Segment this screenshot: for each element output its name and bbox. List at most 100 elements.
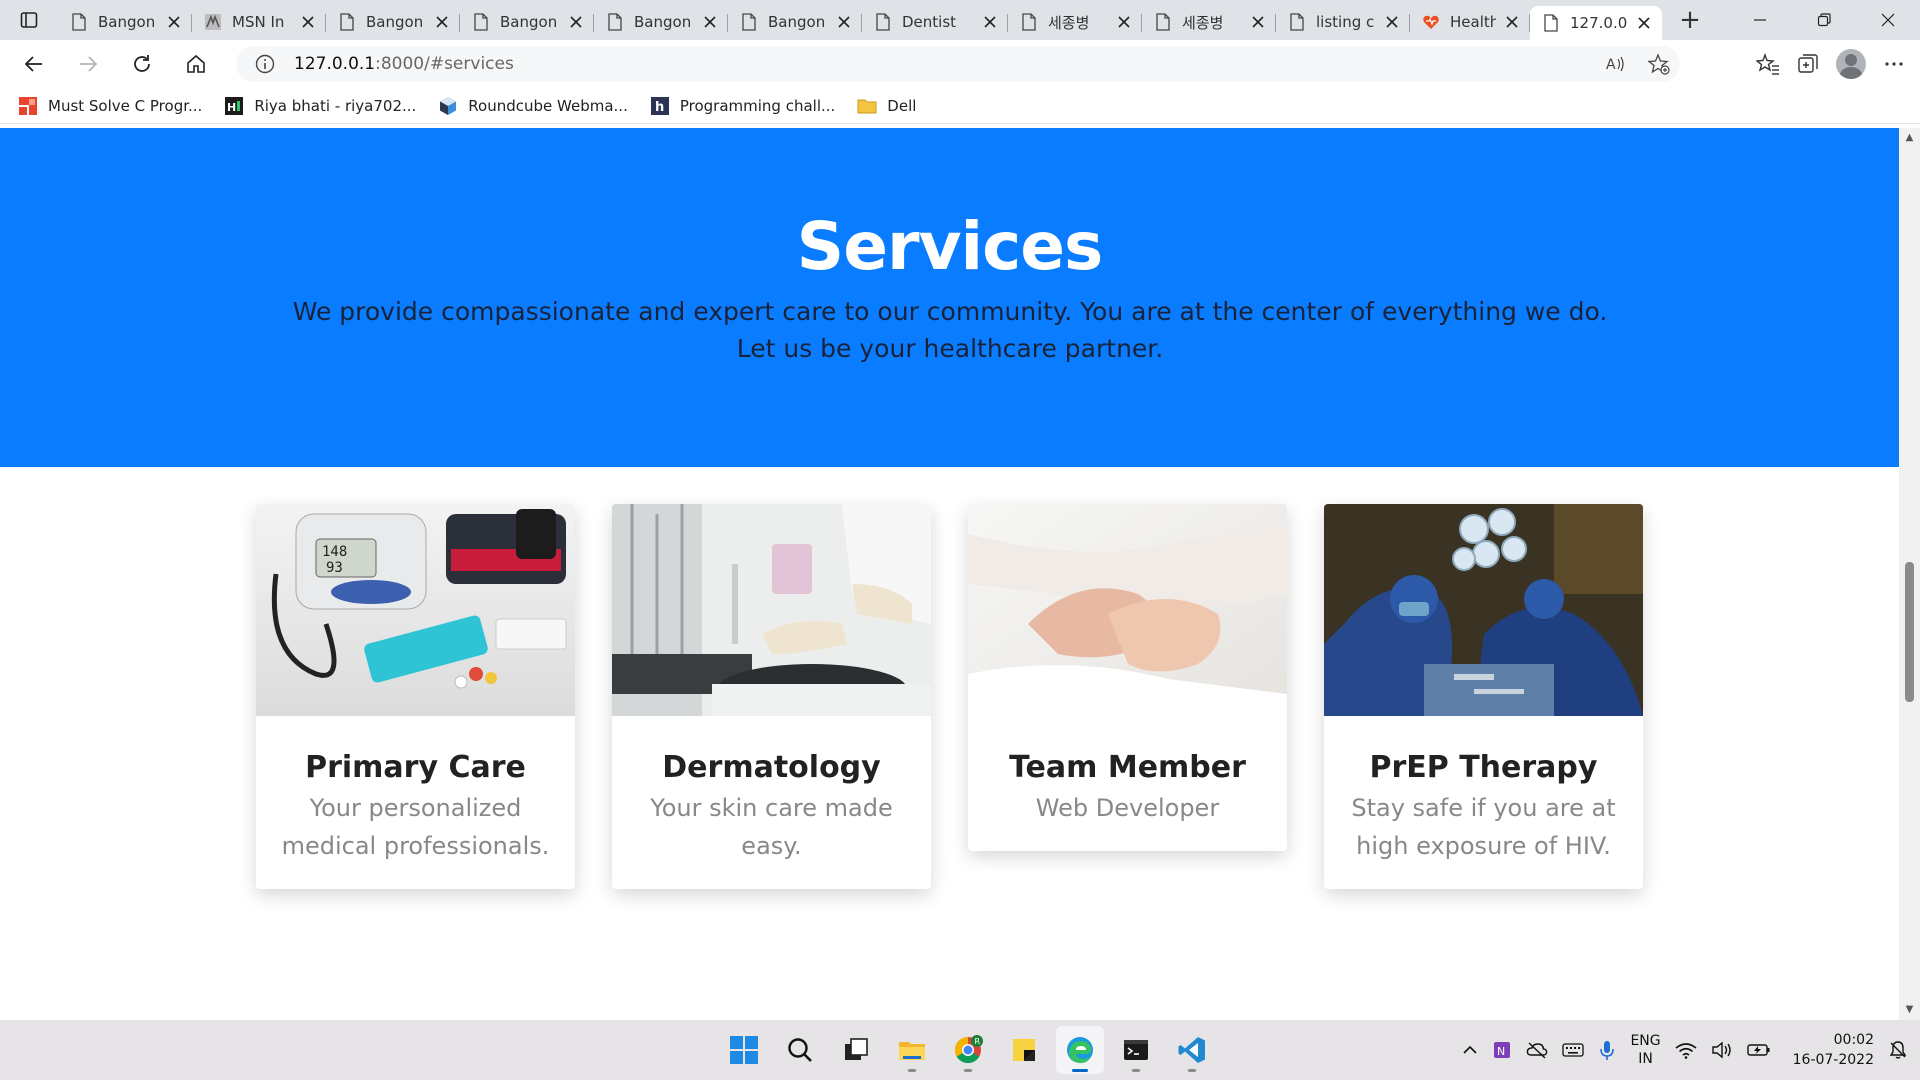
chrome-icon: R bbox=[954, 1035, 983, 1064]
tab-title: HealthC bbox=[1450, 13, 1496, 31]
browser-tab[interactable]: 세종병 bbox=[1008, 6, 1142, 38]
running-indicator bbox=[908, 1069, 916, 1072]
tab-close-icon[interactable] bbox=[980, 12, 1000, 32]
onedrive-offline-icon[interactable] bbox=[1526, 1041, 1548, 1059]
browser-tab[interactable]: listing c bbox=[1276, 6, 1410, 38]
browser-tab[interactable]: Bangon bbox=[58, 6, 192, 38]
service-card-dermatology[interactable]: Dermatology Your skin care made easy. bbox=[612, 504, 931, 889]
card-title: Dermatology bbox=[662, 750, 881, 785]
collections-icon[interactable] bbox=[1796, 52, 1820, 76]
service-card-prep-therapy[interactable]: PrEP Therapy Stay safe if you are at hig… bbox=[1324, 504, 1643, 889]
add-favorite-icon[interactable] bbox=[1648, 53, 1670, 75]
browser-tab[interactable]: Bangon bbox=[326, 6, 460, 38]
address-bar[interactable]: 127.0.0.1:8000/#services A bbox=[236, 46, 1680, 82]
bookmark-item[interactable]: Roundcube Webma... bbox=[438, 96, 628, 116]
reload-button[interactable] bbox=[122, 44, 162, 84]
windows-start-button[interactable] bbox=[720, 1026, 768, 1074]
browser-tab[interactable]: Bangon bbox=[594, 6, 728, 38]
service-card-team-member[interactable]: Team Member Web Developer bbox=[968, 504, 1287, 851]
system-tray: N ENG IN 00:02 16-07-2022 bbox=[1462, 1020, 1908, 1080]
task-view-button[interactable] bbox=[832, 1026, 880, 1074]
favorites-icon[interactable] bbox=[1756, 52, 1780, 76]
language-indicator[interactable]: ENG IN bbox=[1630, 1032, 1660, 1068]
scroll-down-arrow[interactable]: ▼ bbox=[1899, 1002, 1920, 1018]
new-tab-button[interactable]: + bbox=[1670, 0, 1710, 40]
terminal-button[interactable] bbox=[1112, 1026, 1160, 1074]
tab-title: listing c bbox=[1316, 13, 1375, 31]
card-text: Stay safe if you are at high exposure of… bbox=[1351, 794, 1616, 860]
bookmark-label: Dell bbox=[887, 96, 917, 115]
scroll-thumb[interactable] bbox=[1905, 562, 1914, 702]
browser-tab[interactable]: Dentist bbox=[862, 6, 1008, 38]
hackerrank-icon: H bbox=[224, 96, 244, 116]
back-button[interactable] bbox=[14, 44, 54, 84]
tab-close-icon[interactable] bbox=[1382, 12, 1402, 32]
running-indicator bbox=[964, 1069, 972, 1072]
page-viewport: Services We provide compassionate and ex… bbox=[0, 128, 1899, 1020]
onenote-icon[interactable]: N bbox=[1492, 1040, 1512, 1060]
tab-close-icon[interactable] bbox=[432, 12, 452, 32]
tab-close-icon[interactable] bbox=[834, 12, 854, 32]
bookmark-item[interactable]: Must Solve C Progr... bbox=[18, 96, 202, 116]
browser-tab[interactable]: MSN In bbox=[192, 6, 326, 38]
read-aloud-icon[interactable]: A bbox=[1604, 53, 1626, 75]
close-window-button[interactable] bbox=[1856, 0, 1920, 40]
browser-tab[interactable]: Bangon bbox=[728, 6, 862, 38]
tab-close-icon[interactable] bbox=[700, 12, 720, 32]
profile-avatar[interactable] bbox=[1836, 49, 1866, 79]
tab-close-icon[interactable] bbox=[1114, 12, 1134, 32]
bookmark-label: Programming chall... bbox=[679, 96, 836, 115]
chevron-up-icon[interactable] bbox=[1462, 1042, 1478, 1058]
browser-tab[interactable]: 세종병 bbox=[1142, 6, 1276, 38]
tab-title: 세종병 bbox=[1182, 13, 1224, 32]
tab-close-icon[interactable] bbox=[164, 12, 184, 32]
tab-actions-button[interactable] bbox=[0, 0, 58, 40]
clock[interactable]: 00:02 16-07-2022 bbox=[1793, 1030, 1874, 1070]
restore-button[interactable] bbox=[1792, 0, 1856, 40]
sticky-notes-button[interactable] bbox=[1000, 1026, 1048, 1074]
browser-tab[interactable]: HealthC bbox=[1410, 6, 1530, 38]
chrome-button[interactable]: R bbox=[944, 1026, 992, 1074]
tab-close-icon[interactable] bbox=[1502, 12, 1522, 32]
notification-bell-icon[interactable] bbox=[1888, 1040, 1908, 1060]
red-grid-icon bbox=[18, 96, 38, 116]
browser-tab[interactable]: 127.0.0. bbox=[1530, 6, 1662, 40]
forward-button[interactable] bbox=[68, 44, 108, 84]
back-arrow-icon bbox=[24, 56, 42, 72]
browser-tab[interactable]: Bangon bbox=[460, 6, 594, 38]
bookmark-label: Roundcube Webma... bbox=[468, 96, 628, 115]
tab-close-icon[interactable] bbox=[1248, 12, 1268, 32]
scroll-up-arrow[interactable]: ▲ bbox=[1899, 130, 1920, 146]
page-icon bbox=[1542, 14, 1560, 32]
bookmark-item[interactable]: Dell bbox=[857, 96, 916, 116]
bookmark-item[interactable]: h Programming chall... bbox=[650, 96, 835, 116]
file-explorer-button[interactable] bbox=[888, 1026, 936, 1074]
tab-close-icon[interactable] bbox=[298, 12, 318, 32]
service-card-primary-care[interactable]: 148 93 Primary Care Your personalized me… bbox=[256, 504, 575, 889]
keyboard-icon[interactable] bbox=[1562, 1042, 1585, 1058]
tab-title: 127.0.0. bbox=[1570, 14, 1628, 32]
tab-close-icon[interactable] bbox=[566, 12, 586, 32]
edge-button[interactable] bbox=[1056, 1026, 1104, 1074]
tab-close-icon[interactable] bbox=[1634, 13, 1654, 33]
bookmark-item[interactable]: H Riya bhati - riya702... bbox=[224, 96, 416, 116]
microphone-icon[interactable] bbox=[1598, 1039, 1616, 1061]
services-title: Services bbox=[796, 208, 1104, 285]
lab-equipment-image bbox=[612, 504, 931, 716]
browser-toolbar: 127.0.0.1:8000/#services A bbox=[0, 40, 1920, 88]
page-scrollbar[interactable]: ▲ ▼ bbox=[1899, 128, 1920, 1020]
taskbar-search-button[interactable] bbox=[776, 1026, 824, 1074]
wifi-icon[interactable] bbox=[1675, 1041, 1697, 1059]
battery-charging-icon[interactable] bbox=[1746, 1042, 1771, 1058]
volume-icon[interactable] bbox=[1711, 1041, 1733, 1059]
home-button[interactable] bbox=[176, 44, 216, 84]
msn-icon bbox=[204, 13, 222, 31]
minimize-button[interactable] bbox=[1728, 0, 1792, 40]
more-options-icon[interactable] bbox=[1882, 52, 1906, 76]
vscode-button[interactable] bbox=[1168, 1026, 1216, 1074]
page-icon bbox=[338, 13, 356, 31]
file-explorer-icon bbox=[899, 1042, 925, 1060]
info-icon[interactable] bbox=[254, 53, 276, 75]
page-icon bbox=[1020, 13, 1038, 31]
tab-actions-icon bbox=[20, 12, 38, 28]
